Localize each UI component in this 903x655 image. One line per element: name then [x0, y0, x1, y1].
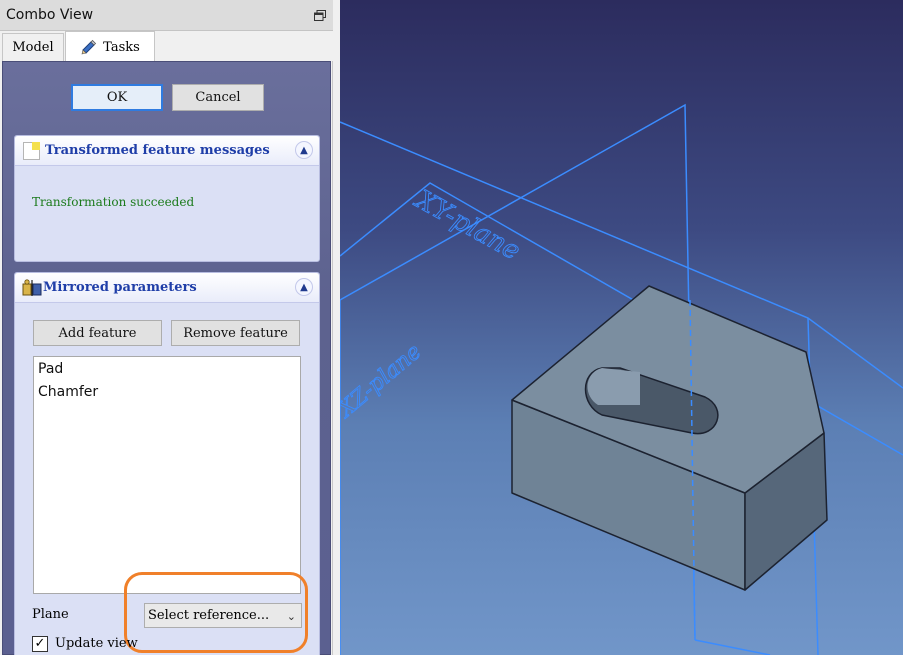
update-view-label: Update view [55, 636, 138, 651]
status-message: Transformation succeeded [32, 195, 195, 209]
task-panel: OK Cancel Transformed feature messages ▲… [2, 61, 331, 655]
pencil-icon [81, 39, 97, 55]
add-feature-button[interactable]: Add feature [33, 320, 162, 346]
messages-box-title: Transformed feature messages [45, 143, 270, 158]
plane-label: Plane [32, 607, 69, 622]
combo-view-header: Combo View [0, 0, 333, 31]
ok-button-label: OK [106, 90, 128, 105]
tab-model-label: Model [12, 40, 54, 55]
mirrored-box-title: Mirrored parameters [43, 280, 197, 295]
ok-button[interactable]: OK [71, 84, 163, 111]
combo-view-title: Combo View [6, 7, 94, 23]
transformed-feature-messages-box: Transformed feature messages ▲ Transform… [14, 135, 320, 262]
feature-list[interactable]: Pad Chamfer [33, 356, 301, 594]
tab-model[interactable]: Model [2, 33, 64, 61]
undock-icon[interactable] [314, 10, 326, 21]
note-icon [23, 142, 40, 160]
remove-feature-label: Remove feature [183, 325, 288, 341]
tab-tasks[interactable]: Tasks [65, 31, 155, 62]
3d-scene: XY-plane XZ-plane [340, 103, 903, 655]
mirrored-icon [22, 279, 42, 296]
collapse-icon[interactable]: ▲ [295, 278, 313, 296]
collapse-icon[interactable]: ▲ [295, 141, 313, 159]
mirrored-box-header[interactable]: Mirrored parameters ▲ [15, 273, 319, 303]
xy-plane-label: XY-plane [409, 184, 525, 267]
add-feature-label: Add feature [58, 325, 137, 341]
combo-tabs: Model Tasks [0, 31, 333, 62]
remove-feature-button[interactable]: Remove feature [171, 320, 300, 346]
mirrored-parameters-box: Mirrored parameters ▲ Add feature Remove… [14, 272, 320, 655]
3d-viewport[interactable]: XY-plane XZ-plane [340, 0, 903, 655]
messages-box-header[interactable]: Transformed feature messages ▲ [15, 136, 319, 166]
update-view-checkbox[interactable]: ✓ [32, 636, 48, 652]
highlight-annotation [124, 572, 308, 653]
list-item-chamfer[interactable]: Chamfer [38, 384, 98, 400]
combo-view-panel: Combo View Model Tasks OK Cancel Transfo… [0, 0, 333, 655]
cancel-button[interactable]: Cancel [172, 84, 264, 111]
cancel-button-label: Cancel [195, 90, 241, 105]
list-item-pad[interactable]: Pad [38, 361, 63, 377]
splitter[interactable] [333, 0, 340, 655]
xz-plane-label: XZ-plane [340, 339, 426, 424]
solid-part [511, 285, 828, 591]
tab-tasks-label: Tasks [103, 39, 140, 55]
